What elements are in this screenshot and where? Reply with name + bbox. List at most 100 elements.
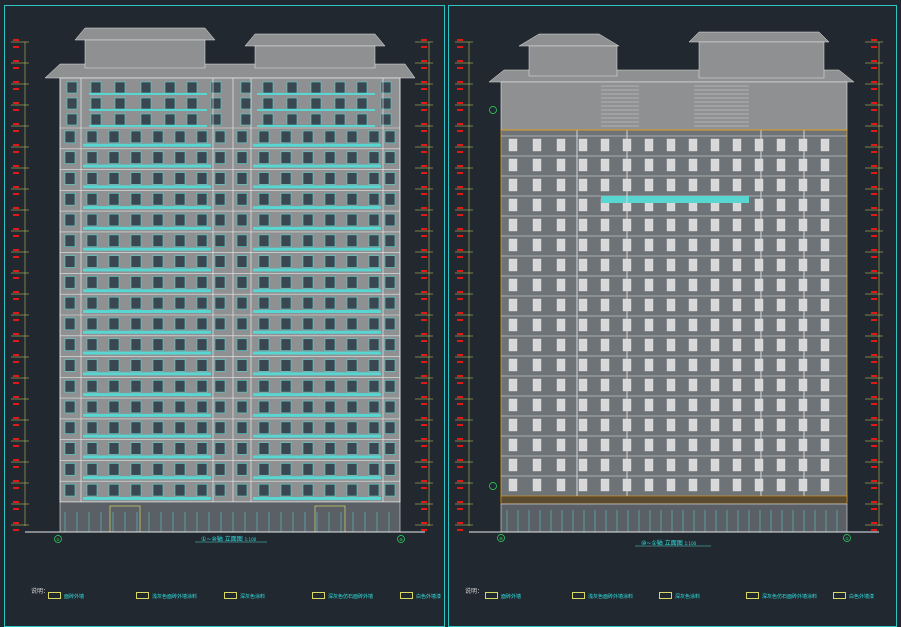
window — [280, 151, 292, 164]
window — [532, 438, 542, 452]
level-mark — [13, 109, 19, 111]
window — [86, 338, 98, 351]
level-mark — [13, 466, 19, 468]
level-mark — [421, 172, 427, 174]
window — [196, 338, 208, 351]
window — [666, 278, 676, 292]
window — [384, 442, 396, 455]
window — [174, 380, 186, 393]
window — [532, 278, 542, 292]
legend-label: 白色外墙漆 — [416, 594, 442, 600]
level-mark — [457, 172, 463, 174]
window — [368, 234, 380, 247]
level-mark — [871, 312, 877, 314]
window — [820, 258, 830, 272]
window — [578, 438, 588, 452]
window — [384, 255, 396, 268]
window — [236, 359, 248, 372]
level-mark — [871, 81, 877, 83]
window — [174, 172, 186, 185]
window — [196, 380, 208, 393]
window — [732, 258, 742, 272]
window — [214, 296, 226, 310]
window — [600, 318, 610, 332]
level-mark — [871, 319, 877, 321]
window — [754, 158, 764, 172]
level-mark — [457, 291, 463, 293]
roof-eave — [244, 33, 386, 47]
level-mark — [421, 39, 427, 41]
level-mark — [871, 382, 877, 384]
window — [644, 478, 654, 492]
window — [600, 178, 610, 192]
window — [152, 151, 164, 164]
legend-swatch — [48, 592, 61, 599]
window — [532, 198, 542, 212]
window — [508, 178, 518, 192]
level-mark — [13, 249, 19, 251]
window — [732, 358, 742, 372]
window — [710, 158, 720, 172]
window — [384, 234, 396, 247]
window — [108, 130, 120, 144]
level-mark — [871, 417, 877, 419]
window — [754, 278, 764, 292]
window — [578, 398, 588, 412]
window — [262, 81, 274, 94]
level-mark — [13, 228, 19, 230]
window — [666, 338, 676, 352]
window — [86, 172, 98, 185]
level-mark — [13, 46, 19, 48]
balcony-rail — [253, 351, 381, 355]
balcony-rail — [83, 268, 211, 272]
window — [152, 483, 164, 497]
level-mark — [871, 298, 877, 300]
window — [600, 218, 610, 232]
window — [214, 421, 226, 434]
balcony-rail — [253, 413, 381, 417]
legend-swatch — [485, 592, 498, 599]
window — [798, 298, 808, 312]
window — [644, 178, 654, 192]
level-mark — [871, 501, 877, 503]
window — [174, 338, 186, 351]
window — [710, 438, 720, 452]
legend-swatch — [224, 592, 237, 599]
window — [688, 358, 698, 372]
window — [600, 158, 610, 172]
window — [666, 458, 676, 472]
level-mark — [457, 522, 463, 524]
window — [368, 400, 380, 414]
window — [384, 380, 396, 393]
level-mark — [421, 361, 427, 363]
window — [508, 438, 518, 452]
window — [820, 438, 830, 452]
window — [64, 213, 76, 227]
window — [152, 276, 164, 289]
level-mark — [13, 88, 19, 90]
window — [214, 317, 226, 331]
window — [820, 278, 830, 292]
window — [108, 193, 120, 206]
window — [210, 97, 222, 110]
window — [174, 296, 186, 310]
window — [66, 113, 78, 126]
balcony-rail — [253, 434, 381, 438]
window — [578, 198, 588, 212]
window — [600, 458, 610, 472]
window — [324, 276, 336, 289]
balcony-rail — [83, 330, 211, 334]
window — [262, 97, 274, 110]
window — [236, 130, 248, 144]
window — [508, 258, 518, 272]
window — [508, 218, 518, 232]
window — [508, 158, 518, 172]
window — [196, 172, 208, 185]
window — [710, 298, 720, 312]
balcony-rail — [253, 497, 381, 500]
window — [280, 296, 292, 310]
level-mark — [13, 256, 19, 258]
level-mark — [421, 459, 427, 461]
window — [214, 463, 226, 476]
window — [776, 318, 786, 332]
